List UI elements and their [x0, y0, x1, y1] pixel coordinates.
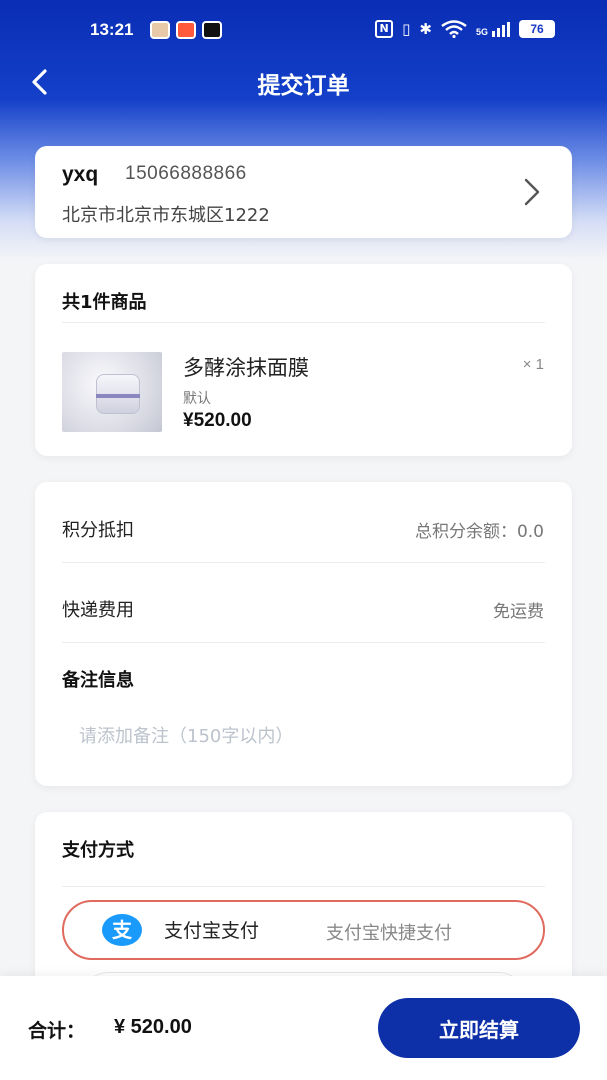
vibrate-icon: ▯: [402, 20, 411, 38]
product-image[interactable]: [62, 352, 162, 432]
shipping-label: 快递费用: [62, 600, 134, 621]
product-jar-band: [96, 394, 140, 398]
svg-text:支: 支: [112, 918, 133, 942]
shipping-value: 免运费: [493, 602, 544, 622]
page-title: 提交订单: [257, 73, 350, 99]
product-quantity: × 1: [522, 356, 544, 373]
bluetooth-icon: ✱: [419, 20, 432, 38]
avatar-app-icon: [150, 21, 170, 39]
divider: [62, 886, 545, 887]
checkout-footer: 合计： ¥ 520.00 立即结算: [0, 976, 607, 1080]
goods-count: 共1件商品: [62, 292, 147, 313]
remark-title: 备注信息: [62, 670, 134, 691]
recipient-name: yxq: [62, 163, 99, 186]
payment-title: 支付方式: [62, 840, 134, 861]
total-label: 合计：: [28, 1020, 86, 1042]
goods-card: 共1件商品 多酵涂抹面膜 × 1 默认 ¥520.00: [35, 264, 572, 456]
order-info-card: 积分抵扣 总积分余额：0.0 快递费用 免运费 备注信息: [35, 482, 572, 786]
status-time: 13:21: [90, 20, 134, 39]
status-bar: 13:21 N ▯ ✱ 5G 76: [0, 0, 607, 60]
product-name: 多酵涂抹面膜: [183, 356, 309, 380]
notification-icons: [150, 21, 222, 39]
divider: [62, 322, 545, 323]
points-label: 积分抵扣: [62, 520, 134, 541]
app-notification-icon: [176, 21, 196, 39]
checkout-button[interactable]: 立即结算: [378, 998, 580, 1058]
status-indicators: N ▯ ✱ 5G 76: [375, 20, 555, 38]
chevron-right-icon: [524, 178, 540, 206]
product-spec: 默认: [183, 391, 211, 407]
tiktok-icon: [202, 21, 222, 39]
nav-bar: 提交订单: [0, 60, 607, 104]
cellular-signal-icon: 5G: [475, 21, 510, 37]
network-type: 5G: [475, 26, 488, 37]
remark-input[interactable]: [62, 718, 545, 754]
payment-option-desc: 支付宝快捷支付: [326, 923, 452, 944]
divider: [62, 562, 545, 563]
battery-icon: 76: [519, 20, 555, 38]
payment-option-name: 支付宝支付: [164, 920, 260, 942]
address-card[interactable]: yxq 15066888866 北京市北京市东城区1222: [35, 146, 572, 238]
product-price: ¥520.00: [183, 410, 252, 431]
points-value: 总积分余额：0.0: [414, 522, 544, 542]
address-detail: 北京市北京市东城区1222: [62, 205, 270, 226]
nfc-icon: N: [375, 20, 394, 38]
wifi-icon: [441, 20, 467, 38]
alipay-icon: 支: [102, 914, 142, 946]
total-amount: ¥ 520.00: [114, 1016, 192, 1038]
divider: [62, 642, 545, 643]
payment-option-alipay[interactable]: 支 支付宝支付 支付宝快捷支付: [62, 900, 545, 960]
recipient-phone: 15066888866: [125, 163, 247, 184]
